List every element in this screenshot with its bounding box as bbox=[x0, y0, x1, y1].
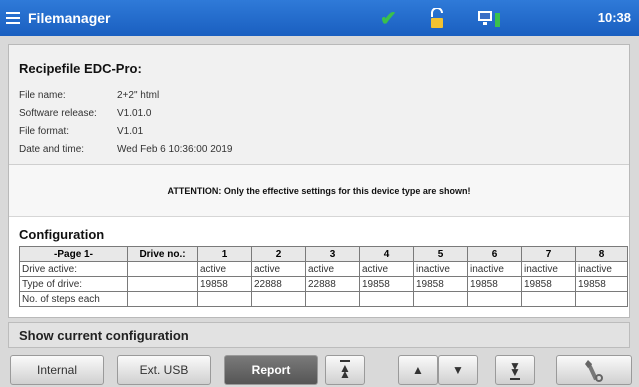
page-down-button[interactable]: ▼ bbox=[438, 355, 478, 385]
app-title: Filemanager bbox=[28, 10, 111, 26]
table-cell bbox=[575, 291, 628, 307]
table-cell bbox=[127, 291, 198, 307]
table-cell: active bbox=[251, 261, 306, 277]
info-label: File format: bbox=[19, 125, 70, 137]
recipe-title: Recipefile EDC-Pro: bbox=[19, 61, 142, 76]
table-cell: inactive bbox=[521, 261, 576, 277]
table-cell bbox=[197, 291, 252, 307]
check-icon: ✔ bbox=[380, 8, 397, 30]
table-row: Drive active: active active active activ… bbox=[19, 261, 628, 277]
column-header: 1 bbox=[197, 246, 252, 262]
column-header: 5 bbox=[413, 246, 468, 262]
table-cell: No. of steps each bbox=[19, 291, 128, 307]
status-icons: ✔ bbox=[380, 6, 533, 31]
table-cell bbox=[467, 291, 522, 307]
info-value: Wed Feb 6 10:36:00 2019 bbox=[117, 143, 233, 155]
report-panel[interactable]: Recipefile EDC-Pro: File name: 2+2" html… bbox=[8, 44, 630, 318]
column-header: 7 bbox=[521, 246, 576, 262]
status-text: Show current configuration bbox=[19, 327, 189, 343]
table-cell: Drive active: bbox=[19, 261, 128, 277]
info-value: V1.01.0 bbox=[117, 107, 152, 119]
ext-usb-button[interactable]: Ext. USB bbox=[117, 355, 211, 385]
menu-icon[interactable] bbox=[6, 12, 20, 24]
column-header: 3 bbox=[305, 246, 360, 262]
table-cell: active bbox=[197, 261, 252, 277]
title-bar: Filemanager ✔ 10:38 bbox=[0, 0, 639, 36]
scroll-bottom-icon: ▼ ▼ bbox=[509, 359, 521, 380]
info-value: V1.01 bbox=[117, 125, 144, 137]
config-title: Configuration bbox=[19, 227, 105, 242]
info-row-date-time: Date and time: Wed Feb 6 10:36:00 2019 bbox=[19, 140, 619, 158]
config-table: -Page 1- Drive no.: 1 2 3 4 5 6 7 8 Driv… bbox=[19, 246, 628, 307]
page-up-icon: ▲ bbox=[412, 363, 424, 377]
table-cell bbox=[127, 261, 198, 277]
info-label: Software release: bbox=[19, 107, 97, 119]
table-cell: 19858 bbox=[197, 276, 252, 292]
scroll-bottom-button[interactable]: ▼ ▼ bbox=[495, 355, 535, 385]
attention-notice: ATTENTION: Only the effective settings f… bbox=[9, 165, 629, 217]
table-cell: active bbox=[305, 261, 360, 277]
column-header: -Page 1- bbox=[19, 246, 128, 262]
table-row: Type of drive: 19858 22888 22888 19858 1… bbox=[19, 276, 628, 292]
info-row-file-name: File name: 2+2" html bbox=[19, 86, 619, 104]
scroll-top-icon: ▲ ▲ bbox=[339, 360, 351, 381]
report-header: Recipefile EDC-Pro: File name: 2+2" html… bbox=[9, 45, 629, 165]
table-cell bbox=[413, 291, 468, 307]
table-cell: active bbox=[359, 261, 414, 277]
table-cell: inactive bbox=[413, 261, 468, 277]
table-row: No. of steps each bbox=[19, 291, 628, 307]
info-row-software-release: Software release: V1.01.0 bbox=[19, 104, 619, 122]
column-header: Drive no.: bbox=[127, 246, 198, 262]
wrench-icon bbox=[585, 360, 603, 382]
table-cell bbox=[305, 291, 360, 307]
table-cell bbox=[359, 291, 414, 307]
report-button[interactable]: Report bbox=[224, 355, 318, 385]
clock: 10:38 bbox=[597, 10, 631, 25]
table-cell: 19858 bbox=[359, 276, 414, 292]
page-down-icon: ▼ bbox=[452, 363, 464, 377]
table-cell bbox=[521, 291, 576, 307]
table-cell bbox=[127, 276, 198, 292]
column-header: 2 bbox=[251, 246, 306, 262]
column-header: 4 bbox=[359, 246, 414, 262]
table-cell bbox=[251, 291, 306, 307]
info-row-file-format: File format: V1.01 bbox=[19, 122, 619, 140]
column-header: 8 bbox=[575, 246, 628, 262]
info-label: Date and time: bbox=[19, 143, 85, 155]
network-icon[interactable] bbox=[477, 9, 503, 29]
internal-button[interactable]: Internal bbox=[10, 355, 104, 385]
status-bar: Show current configuration bbox=[8, 322, 630, 348]
column-header: 6 bbox=[467, 246, 522, 262]
page-up-button[interactable]: ▲ bbox=[398, 355, 438, 385]
scroll-top-button[interactable]: ▲ ▲ bbox=[325, 355, 365, 385]
table-cell: 22888 bbox=[251, 276, 306, 292]
table-cell: inactive bbox=[575, 261, 628, 277]
info-label: File name: bbox=[19, 89, 66, 101]
table-cell: 19858 bbox=[521, 276, 576, 292]
table-header-row: -Page 1- Drive no.: 1 2 3 4 5 6 7 8 bbox=[19, 246, 628, 262]
table-cell: Type of drive: bbox=[19, 276, 128, 292]
table-cell: 19858 bbox=[575, 276, 628, 292]
table-cell: 19858 bbox=[467, 276, 522, 292]
tools-button[interactable] bbox=[556, 355, 632, 385]
bottom-toolbar: Internal Ext. USB Report ▲ ▲ ▲ ▼ ▼ ▼ bbox=[0, 351, 639, 387]
table-cell: 22888 bbox=[305, 276, 360, 292]
table-cell: 19858 bbox=[413, 276, 468, 292]
table-cell: inactive bbox=[467, 261, 522, 277]
info-value: 2+2" html bbox=[117, 89, 160, 101]
lock-icon[interactable] bbox=[427, 7, 447, 30]
